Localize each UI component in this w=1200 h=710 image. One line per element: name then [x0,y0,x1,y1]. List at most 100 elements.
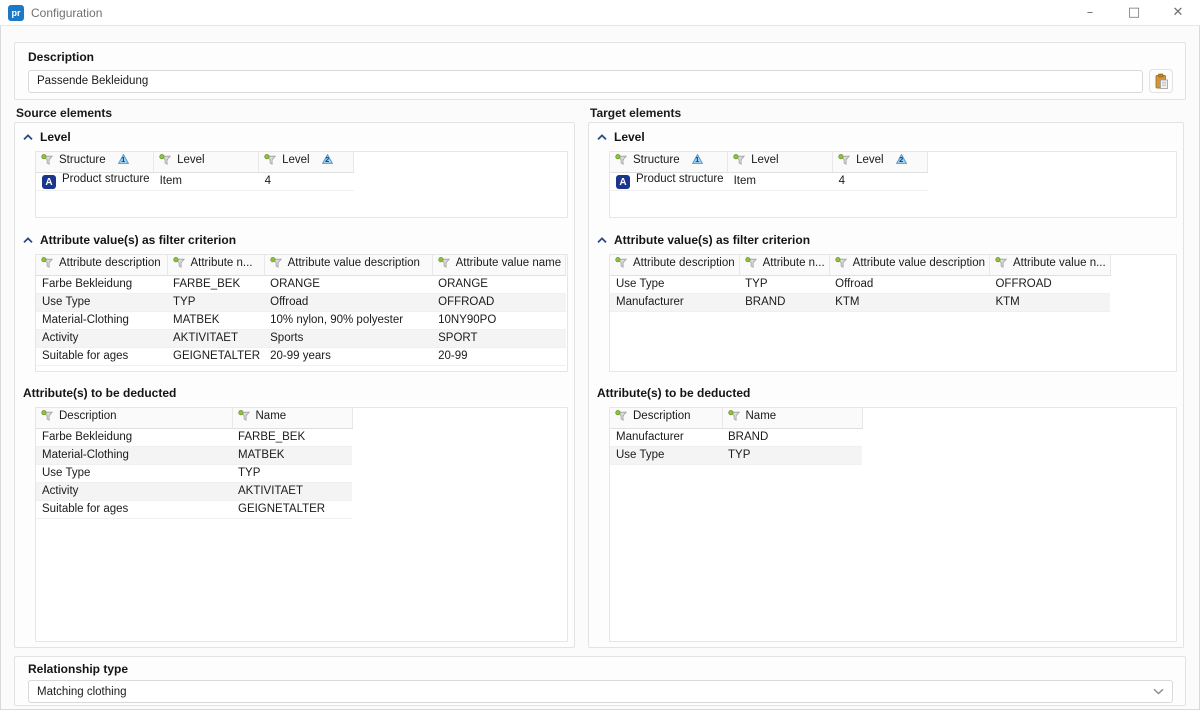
section-title: Attribute value(s) as filter criterion [614,233,810,247]
source-level-section-header[interactable]: Level [23,130,568,144]
target-panel: Level Structure1LevelLevel2AProduct stru… [588,122,1184,648]
grid-row[interactable]: Farbe BekleidungFARBE_BEK [36,428,352,446]
grid-cell: Farbe Bekleidung [36,428,232,446]
grid-cell: OFFROAD [432,293,565,311]
grid-row[interactable]: Use TypeTYPOffroadOFFROAD [36,293,566,311]
filter-icon[interactable] [835,257,848,272]
grid-header-row: DescriptionName [610,408,862,428]
grid-column-header[interactable]: Attribute value description [264,255,432,275]
grid-row[interactable]: Farbe BekleidungFARBE_BEKORANGEORANGE [36,275,566,293]
grid-column-header[interactable]: Description [36,408,232,428]
grid-column-header[interactable]: Attribute value n... [989,255,1110,275]
minimize-button[interactable]: – [1068,0,1112,26]
grid-column-header[interactable]: Attribute description [36,255,167,275]
filter-icon[interactable] [41,410,54,425]
filter-icon[interactable] [438,257,451,272]
filter-icon[interactable] [173,257,186,272]
chevron-up-icon [23,237,33,244]
filter-icon[interactable] [745,257,758,272]
grid-cell: KTM [989,293,1110,311]
grid-row[interactable]: AProduct structureItem4 [36,172,354,190]
grid-column-header[interactable]: Attribute value name [432,255,565,275]
filter-icon[interactable] [270,257,283,272]
grid-cell: Item [154,172,259,190]
grid-column-header[interactable]: Level [728,152,833,172]
grid-row[interactable]: Use TypeTYPOffroadOFFROAD [610,275,1110,293]
filter-icon[interactable] [41,154,54,169]
grid-cell: SPORT [432,329,565,347]
grid-cell: Item [728,172,833,190]
description-input[interactable] [28,70,1143,93]
close-button[interactable]: ✕ [1156,0,1200,26]
grid-column-header[interactable]: Attribute description [610,255,739,275]
grid-row[interactable]: Suitable for agesGEIGNETALTER [36,500,352,518]
chevron-up-icon [597,134,607,141]
filter-icon[interactable] [615,410,628,425]
target-level-section-header[interactable]: Level [597,130,1177,144]
grid-row[interactable]: ActivityAKTIVITAET [36,482,352,500]
target-filter-section-header[interactable]: Attribute value(s) as filter criterion [597,233,1177,247]
grid-cell: KTM [829,293,989,311]
grid-column-header[interactable]: Name [232,408,352,428]
chevron-up-icon [23,134,33,141]
target-level-grid: Structure1LevelLevel2AProduct structureI… [609,151,1177,218]
grid-column-header[interactable]: Attribute value description [829,255,989,275]
grid-cell: TYP [167,293,264,311]
grid-column-header[interactable]: Description [610,408,722,428]
filter-icon[interactable] [159,154,172,169]
grid-row[interactable]: Material-ClothingMATBEK10% nylon, 90% po… [36,311,566,329]
sort-ascending-icon: 1 [692,154,703,164]
sort-ascending-icon: 2 [322,154,333,164]
filter-icon[interactable] [615,257,628,272]
grid-cell: TYP [722,446,862,464]
target-elements-title: Target elements [590,106,681,120]
grid-row[interactable]: ActivityAKTIVITAETSportsSPORT [36,329,566,347]
grid-row[interactable]: Use TypeTYP [36,464,352,482]
grid-row[interactable]: Use TypeTYP [610,446,862,464]
maximize-button[interactable]: □ [1112,0,1156,26]
grid-column-header[interactable]: Level [154,152,259,172]
source-panel: Level Structure1LevelLevel2AProduct stru… [14,122,575,648]
filter-icon[interactable] [238,410,251,425]
grid-column-header[interactable]: Level2 [259,152,354,172]
grid-column-header[interactable]: Name [722,408,862,428]
filter-icon[interactable] [733,154,746,169]
grid-column-header[interactable]: Attribute n... [739,255,829,275]
configuration-window: { "window": { "title": "Configuration", … [0,0,1200,710]
relationship-type-select[interactable]: Matching clothing [28,680,1173,703]
grid-row[interactable]: ManufacturerBRANDKTMKTM [610,293,1110,311]
grid-column-header[interactable]: Structure1 [610,152,728,172]
source-deducted-grid: DescriptionNameFarbe BekleidungFARBE_BEK… [35,407,568,642]
grid-row[interactable]: ManufacturerBRAND [610,428,862,446]
grid-cell: Suitable for ages [36,500,232,518]
filter-icon[interactable] [264,154,277,169]
grid-cell: Offroad [829,275,989,293]
filter-icon[interactable] [615,154,628,169]
grid-cell: 4 [833,172,928,190]
grid-cell: AProduct structure [610,172,728,190]
grid-column-header[interactable]: Attribute n... [167,255,264,275]
grid-cell: Material-Clothing [36,446,232,464]
grid-cell: Activity [36,329,167,347]
filter-icon[interactable] [41,257,54,272]
source-deducted-section-header: Attribute(s) to be deducted [23,386,568,400]
sort-ascending-icon: 2 [896,154,907,164]
chevron-down-icon [1153,688,1164,695]
grid-cell: FARBE_BEK [167,275,264,293]
filter-icon[interactable] [728,410,741,425]
grid-row[interactable]: Suitable for agesGEIGNETALTER20-99 years… [36,347,566,365]
target-deducted-section-header: Attribute(s) to be deducted [597,386,1177,400]
filter-icon[interactable] [838,154,851,169]
grid-cell: 10% nylon, 90% polyester [264,311,432,329]
grid-column-header[interactable]: Structure1 [36,152,154,172]
grid-header-row: Attribute descriptionAttribute n...Attri… [610,255,1110,275]
paste-button[interactable] [1149,69,1173,93]
grid-cell: Farbe Bekleidung [36,275,167,293]
source-filter-section-header[interactable]: Attribute value(s) as filter criterion [23,233,568,247]
filter-icon[interactable] [995,257,1008,272]
data-grid: Structure1LevelLevel2AProduct structureI… [36,152,354,191]
grid-row[interactable]: AProduct structureItem4 [610,172,928,190]
grid-cell: ORANGE [264,275,432,293]
grid-row[interactable]: Material-ClothingMATBEK [36,446,352,464]
grid-column-header[interactable]: Level2 [833,152,928,172]
